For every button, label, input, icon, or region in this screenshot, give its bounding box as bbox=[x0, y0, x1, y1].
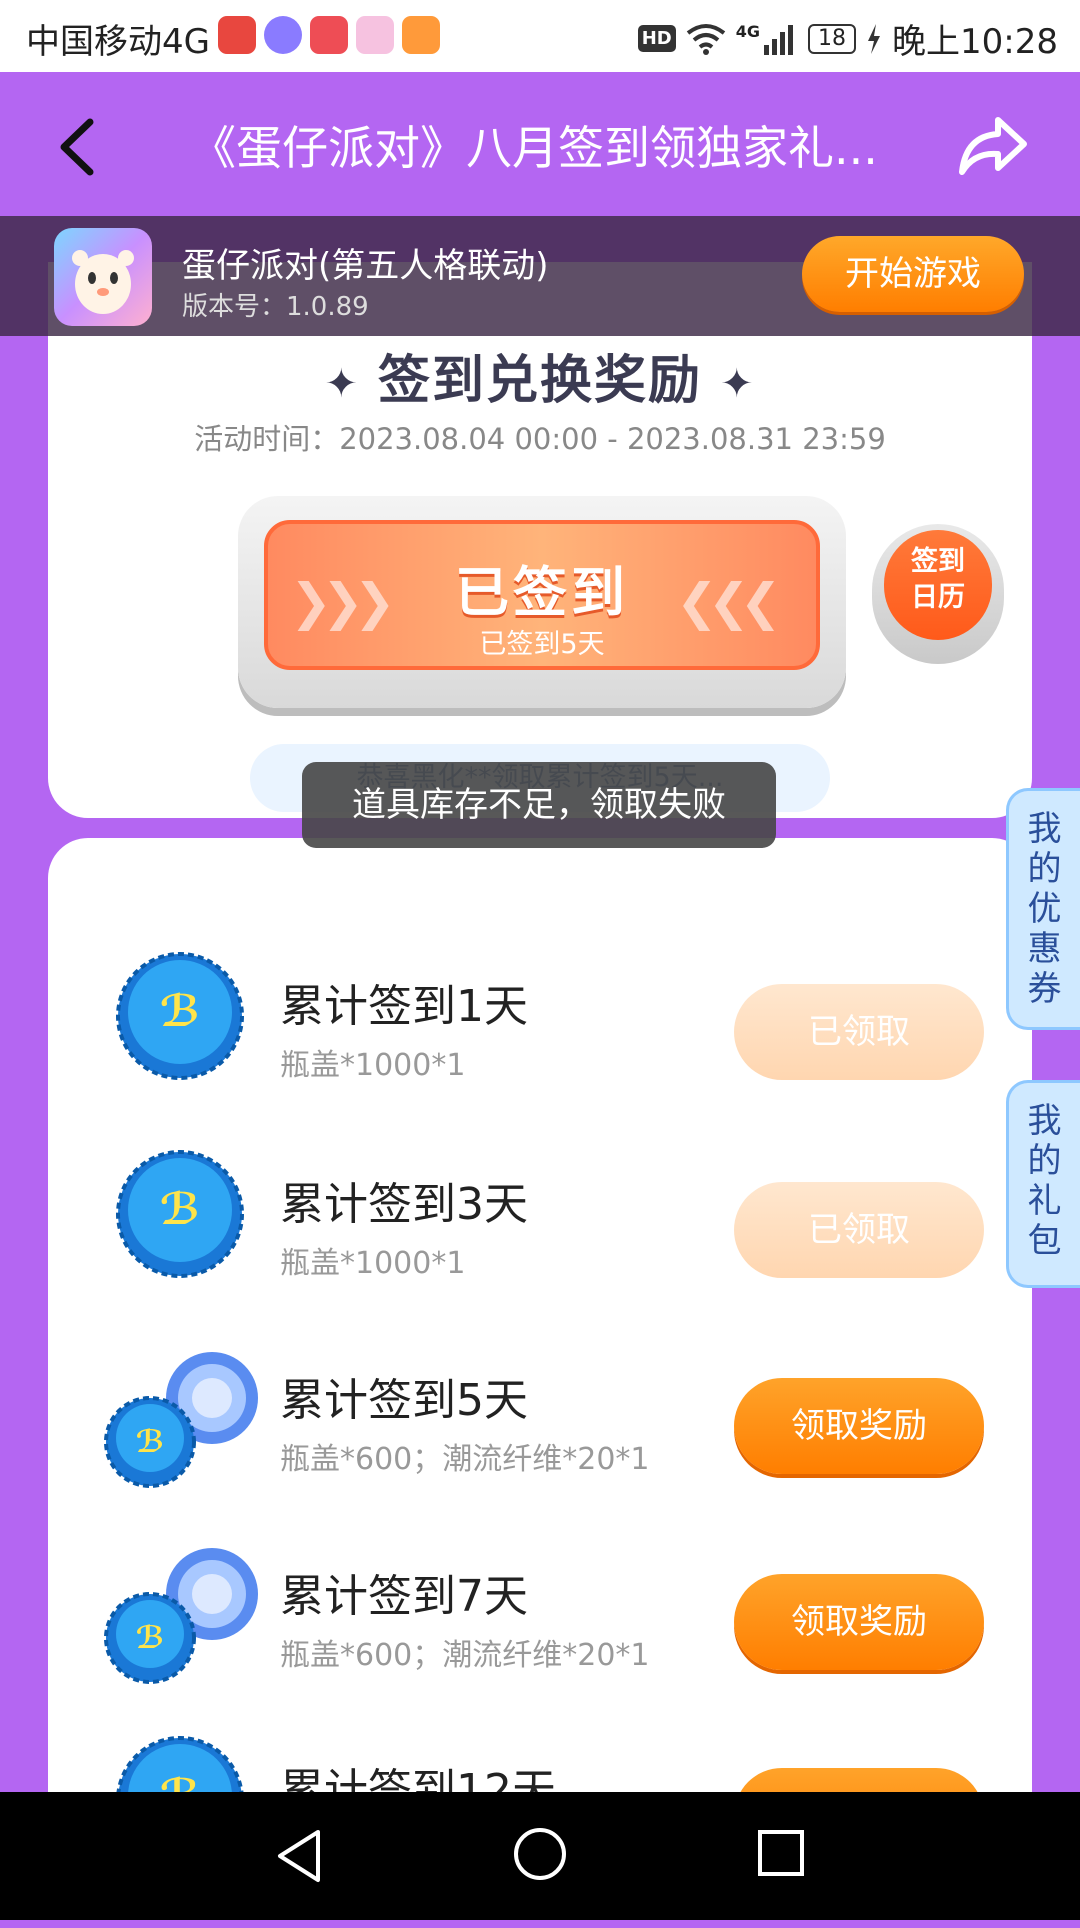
coupons-label: 我的优惠券 bbox=[1027, 809, 1062, 1009]
microphone-icon bbox=[218, 16, 256, 54]
claim-reward-button[interactable]: 领取奖励 bbox=[734, 1574, 984, 1670]
activity-time: 活动时间：2023.08.04 00:00 - 2023.08.31 23:59 bbox=[194, 422, 886, 456]
clock: 晚上10:28 bbox=[892, 22, 1058, 62]
bottlecap-icon: ℬ bbox=[102, 948, 262, 1108]
reward-title: 累计签到5天 bbox=[280, 1375, 528, 1426]
game-version: 版本号：1.0.89 bbox=[182, 292, 369, 322]
signal-icon bbox=[764, 24, 794, 55]
page-header: 《蛋仔派对》八月签到领独家礼... bbox=[0, 72, 1080, 216]
signin-days: 已签到5天 bbox=[479, 629, 605, 660]
game-banner: 蛋仔派对(第五人格联动) 版本号：1.0.89 开始游戏 bbox=[0, 216, 1080, 336]
gifts-label: 我的礼包 bbox=[1027, 1101, 1062, 1261]
claim-reward-button[interactable]: 领取奖励 bbox=[734, 1378, 984, 1474]
section-title-text: 签到兑换奖励 bbox=[377, 351, 702, 411]
reward-row: ℬ 累计签到3天瓶盖*1000*1 已领取 bbox=[48, 1146, 1032, 1342]
section-title: ✦ 签到兑换奖励 ✦ bbox=[0, 338, 1080, 413]
back-button[interactable] bbox=[50, 112, 110, 182]
signin-calendar-button[interactable]: 签到 日历 bbox=[884, 530, 992, 640]
reward-row: ℬ 累计签到1天瓶盖*1000*1 已领取 bbox=[48, 948, 1032, 1144]
nav-back-icon[interactable] bbox=[274, 1828, 324, 1884]
reward-row: ℬ 累计签到7天瓶盖*600；潮流纤维*20*1 领取奖励 bbox=[48, 1538, 1032, 1734]
charging-icon bbox=[868, 23, 881, 54]
wifi-icon bbox=[686, 23, 725, 55]
nav-recents-icon[interactable] bbox=[756, 1828, 806, 1878]
nav-home-icon[interactable] bbox=[512, 1826, 568, 1882]
error-toast: 道具库存不足，领取失败 bbox=[302, 762, 776, 848]
claimed-button: 已领取 bbox=[734, 1182, 984, 1278]
network-type-label: 4G bbox=[735, 22, 761, 41]
share-button[interactable] bbox=[958, 114, 1028, 178]
battery-indicator: 18 bbox=[808, 23, 857, 54]
back-arrow-icon bbox=[60, 118, 94, 176]
reward-title: 累计签到1天 bbox=[280, 981, 528, 1032]
bottlecap-icon: ℬ bbox=[102, 1146, 262, 1306]
theme-icon bbox=[356, 16, 394, 54]
sparkle-icon: ✦ bbox=[324, 361, 360, 407]
reward-row: ℬ 累计签到5天瓶盖*600；潮流纤维*20*1 领取奖励 bbox=[48, 1342, 1032, 1538]
game-app-icon bbox=[54, 228, 152, 326]
start-game-button[interactable]: 开始游戏 bbox=[802, 236, 1024, 312]
my-gifts-tab[interactable]: 我的礼包 bbox=[1006, 1080, 1080, 1288]
svg-text:ℬ: ℬ bbox=[136, 1620, 165, 1656]
svg-text:ℬ: ℬ bbox=[160, 1185, 200, 1235]
hd-badge: HD bbox=[637, 25, 676, 52]
video-icon bbox=[402, 16, 440, 54]
huawei-store-icon bbox=[310, 16, 348, 54]
share-icon bbox=[959, 117, 1027, 175]
status-right: HD 4G 18 晚上10:28 bbox=[637, 14, 1058, 63]
bottlecap-fiber-icon: ℬ bbox=[102, 1538, 262, 1698]
reward-description: 瓶盖*1000*1 bbox=[280, 1246, 466, 1281]
reward-description: 瓶盖*600；潮流纤维*20*1 bbox=[280, 1442, 650, 1477]
reward-description: 瓶盖*600；潮流纤维*20*1 bbox=[280, 1638, 650, 1673]
signin-status: 已签到 bbox=[455, 561, 629, 624]
my-coupons-tab[interactable]: 我的优惠券 bbox=[1006, 788, 1080, 1030]
system-nav-bar bbox=[0, 1792, 1080, 1920]
svg-text:ℬ: ℬ bbox=[160, 987, 200, 1037]
status-bar: 中国移动4G HD 4G 18 晚上10:28 bbox=[0, 0, 1080, 72]
calendar-label-1: 签到 bbox=[911, 546, 965, 577]
reward-title: 累计签到7天 bbox=[280, 1571, 528, 1622]
claimed-button: 已领取 bbox=[734, 984, 984, 1080]
calendar-label-2: 日历 bbox=[911, 582, 965, 613]
bottlecap-fiber-icon: ℬ bbox=[102, 1342, 262, 1502]
carrier-label: 中国移动4G bbox=[26, 22, 210, 62]
game-name: 蛋仔派对(第五人格联动) bbox=[182, 246, 549, 286]
reward-title: 累计签到3天 bbox=[280, 1179, 528, 1230]
reward-description: 瓶盖*1000*1 bbox=[280, 1048, 466, 1083]
sparkle-icon: ✦ bbox=[720, 361, 756, 407]
page-title: 《蛋仔派对》八月签到领独家礼... bbox=[190, 121, 878, 175]
music-icon bbox=[264, 16, 302, 54]
svg-text:ℬ: ℬ bbox=[136, 1424, 165, 1460]
